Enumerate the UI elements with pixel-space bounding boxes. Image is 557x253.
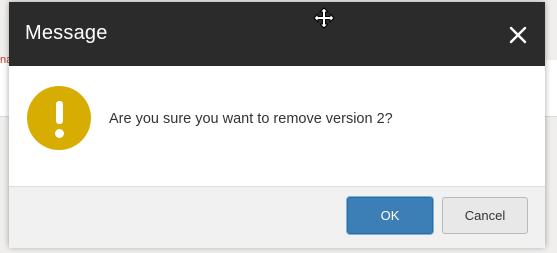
dialog-message: Are you sure you want to remove version … — [109, 111, 393, 127]
warning-icon — [27, 86, 91, 150]
dialog-footer: OK Cancel — [9, 186, 545, 248]
dialog-header[interactable]: Message — [9, 2, 545, 66]
dialog-title: Message — [25, 22, 108, 44]
cancel-button[interactable]: Cancel — [442, 197, 528, 234]
warning-icon-dot — [55, 129, 64, 138]
dialog-body: Are you sure you want to remove version … — [9, 66, 545, 186]
warning-icon-bar — [56, 101, 63, 124]
close-icon[interactable] — [503, 20, 533, 50]
message-dialog: Message Are you sure you want to remove … — [9, 2, 545, 248]
move-cursor-icon — [313, 7, 335, 29]
ok-button[interactable]: OK — [347, 197, 433, 234]
